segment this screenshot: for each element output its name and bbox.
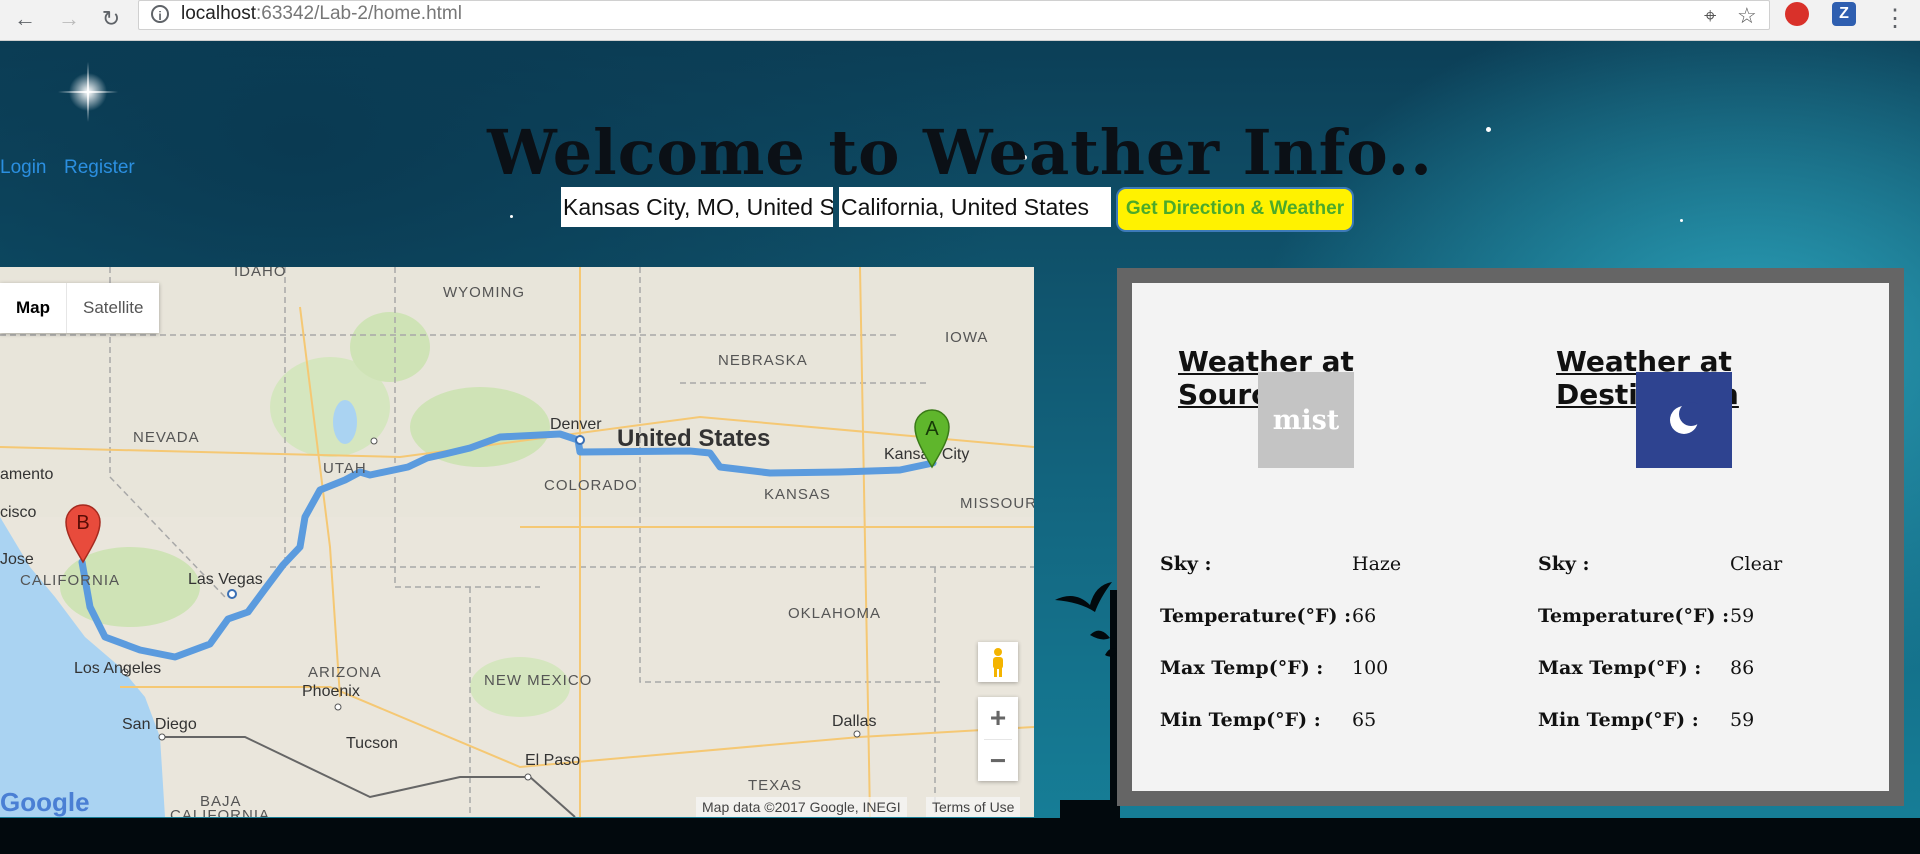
destination-min-value: 59: [1730, 709, 1755, 731]
map-city-label: Dallas: [832, 713, 876, 730]
map-attribution: Map data ©2017 Google, INEGI: [696, 797, 907, 817]
star-decoration: [1680, 219, 1683, 222]
city-dot: [370, 437, 378, 445]
crescent-moon-icon: [1636, 372, 1732, 468]
map-label: MISSOUR: [960, 495, 1034, 512]
info-icon[interactable]: i: [151, 5, 169, 23]
destination-temp-value: 59: [1730, 605, 1755, 627]
url-host: localhost: [181, 3, 256, 24]
map-label: TEXAS: [748, 777, 802, 794]
red-shield-extension-icon[interactable]: [1785, 2, 1809, 26]
reload-icon[interactable]: ↻: [96, 4, 126, 34]
destination-sky-value: Clear: [1730, 553, 1783, 575]
destination-input[interactable]: California, United States: [839, 187, 1111, 227]
weather-panel: Weather at Source mist Sky : Haze Tempera…: [1117, 268, 1904, 806]
city-dot: [524, 773, 532, 781]
city-dot: [227, 589, 237, 599]
page-title: Welcome to Weather Info..: [487, 115, 1433, 189]
location-icon[interactable]: ⌖: [1704, 3, 1716, 29]
map-label: IOWA: [945, 329, 988, 346]
arrow-right-icon[interactable]: →: [54, 4, 84, 34]
map-label: ARIZONA: [308, 664, 382, 681]
map-city-label: Los Angeles: [74, 660, 161, 677]
login-link[interactable]: Login: [0, 157, 47, 179]
city-dot: [158, 733, 166, 741]
map-city-label: San Diego: [122, 716, 197, 733]
source-input[interactable]: Kansas City, MO, United States: [561, 187, 833, 227]
zoom-out-button[interactable]: −: [978, 740, 1018, 782]
map-city-label: Tucson: [346, 735, 398, 752]
map-city-label: Las Vegas: [188, 571, 263, 588]
source-sky-value: Haze: [1352, 553, 1402, 575]
source-max-label: Max Temp(°F) :: [1160, 657, 1324, 679]
map-label: COLORADO: [544, 477, 638, 494]
url-text[interactable]: localhost:63342/Lab-2/home.html: [181, 3, 462, 25]
destination-min-label: Min Temp(°F) :: [1538, 709, 1699, 731]
sparkle-star-icon: [58, 62, 118, 122]
zoom-control: + −: [978, 697, 1018, 781]
map-city-label: Jose: [0, 551, 34, 568]
forest-area: [350, 312, 430, 382]
map-city-label: amento: [0, 466, 53, 483]
map-label: WYOMING: [443, 284, 525, 301]
bird-icon: [1055, 582, 1118, 657]
star-decoration: [510, 215, 513, 218]
lake-area: [333, 400, 357, 444]
terms-of-use-link[interactable]: Terms of Use: [926, 797, 1021, 817]
address-bar[interactable]: i localhost:63342/Lab-2/home.html ⌖ ☆: [138, 0, 1770, 30]
map-label: CALIFORNIA: [170, 807, 270, 817]
map-city-label: Denver: [550, 416, 602, 433]
source-min-label: Min Temp(°F) :: [1160, 709, 1321, 731]
map-city-label: cisco: [0, 504, 37, 521]
map-label: NEVADA: [133, 429, 200, 446]
city-dot: [575, 435, 585, 445]
source-temp-label: Temperature(°F) :: [1160, 605, 1352, 627]
browser-toolbar: ← → ↻ i localhost:63342/Lab-2/home.html …: [0, 0, 1920, 41]
map-label: IDAHO: [234, 267, 287, 280]
destination-sky-label: Sky :: [1538, 553, 1590, 575]
pegman-figure-icon: [993, 648, 1003, 677]
map-label: OKLAHOMA: [788, 605, 881, 622]
city-dot: [334, 703, 342, 711]
city-dot: [853, 730, 861, 738]
map-label: UTAH: [323, 460, 367, 477]
source-temp-value: 66: [1352, 605, 1377, 627]
z-extension-icon[interactable]: Z: [1832, 2, 1856, 26]
register-link[interactable]: Register: [64, 157, 135, 179]
get-direction-weather-button[interactable]: Get Direction & Weather: [1116, 187, 1354, 232]
svg-text:B: B: [76, 512, 89, 534]
map-city-label: El Paso: [525, 752, 580, 769]
mist-icon: mist: [1258, 372, 1354, 468]
map-type-satellite-button[interactable]: Satellite: [67, 283, 159, 333]
source-min-value: 65: [1352, 709, 1377, 731]
star-icon[interactable]: ☆: [1737, 3, 1757, 29]
map-label: KANSAS: [764, 486, 831, 503]
destination-max-label: Max Temp(°F) :: [1538, 657, 1702, 679]
map-label: CALIFORNIA: [20, 572, 120, 589]
arrow-left-icon[interactable]: ←: [10, 4, 40, 34]
city-silhouette: [0, 818, 1920, 854]
map-label: NEW MEXICO: [484, 672, 592, 689]
country-label: United States: [617, 425, 770, 452]
map-city-label: Phoenix: [302, 683, 360, 700]
mist-icon-label: mist: [1272, 404, 1340, 436]
kebab-menu-icon[interactable]: ⋮: [1880, 4, 1910, 34]
map-canvas[interactable]: IDAHO WYOMING IOWA NEBRASKA NEVADA UTAH …: [0, 267, 1034, 817]
weather-panel-inner: Weather at Source mist Sky : Haze Tempera…: [1132, 283, 1889, 791]
zoom-in-button[interactable]: +: [978, 697, 1018, 739]
svg-text:A: A: [925, 418, 939, 440]
map-type-map-button[interactable]: Map: [0, 283, 67, 333]
route-map[interactable]: IDAHO WYOMING IOWA NEBRASKA NEVADA UTAH …: [0, 267, 1034, 817]
url-path: :63342/Lab-2/home.html: [256, 3, 462, 24]
pegman-icon[interactable]: [978, 642, 1018, 682]
map-type-control: Map Satellite: [0, 283, 160, 333]
map-label: NEBRASKA: [718, 352, 808, 369]
google-logo[interactable]: Google: [0, 787, 90, 817]
destination-max-value: 86: [1730, 657, 1755, 679]
source-sky-label: Sky :: [1160, 553, 1212, 575]
source-max-value: 100: [1352, 657, 1389, 679]
destination-temp-label: Temperature(°F) :: [1538, 605, 1730, 627]
moon-shape-icon: [1670, 402, 1703, 434]
